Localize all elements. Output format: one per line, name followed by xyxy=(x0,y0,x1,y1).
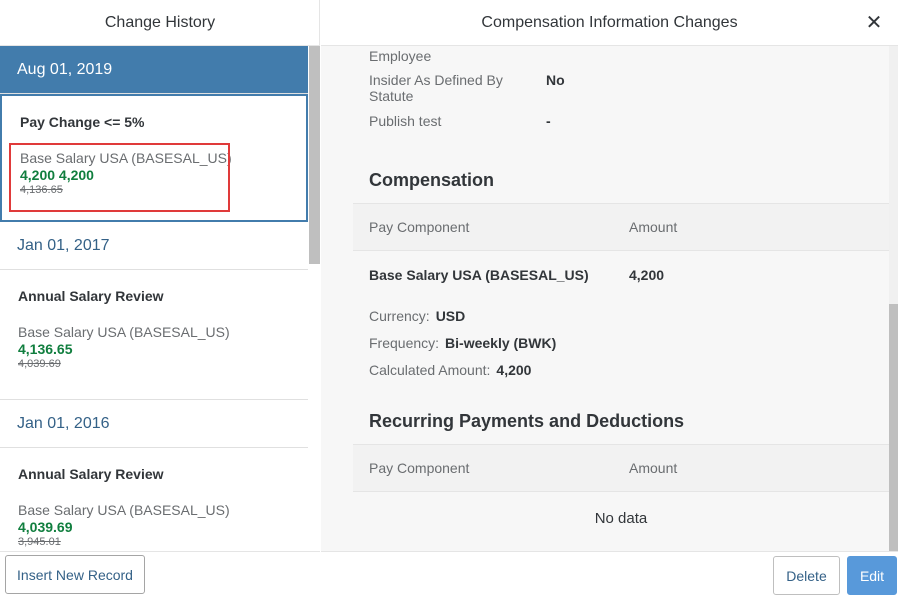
card-old-value: 3,945.01 xyxy=(18,536,61,548)
no-data-text: No data xyxy=(594,510,648,527)
edit-button[interactable]: Edit xyxy=(847,556,897,595)
compensation-changes-pane: Compensation Information Changes ✕ Emplo… xyxy=(321,0,898,595)
card-component: Base Salary USA (BASESAL_US) xyxy=(18,324,230,340)
change-history-title: Change History xyxy=(0,0,320,46)
recurring-table-header: Pay Component Amount xyxy=(353,444,889,492)
compensation-table-header: Pay Component Amount xyxy=(353,203,889,251)
history-card[interactable]: Annual Salary Review Base Salary USA (BA… xyxy=(0,448,308,551)
recurring-section-title: Recurring Payments and Deductions xyxy=(369,411,685,431)
card-component: Base Salary USA (BASESAL_US) xyxy=(18,502,230,518)
details-content: Employee Insider As Defined By Statute N… xyxy=(353,46,889,551)
currency-detail: Currency: USD xyxy=(369,308,465,324)
calc-value: 4,200 xyxy=(496,362,532,378)
field-value-insider: No xyxy=(546,72,565,88)
card-new-value: 4,039.69 xyxy=(18,519,73,535)
right-scrollbar-thumb[interactable] xyxy=(889,304,898,551)
close-icon[interactable]: ✕ xyxy=(862,10,886,34)
currency-label: Currency: xyxy=(369,308,430,324)
compensation-changes-title: Compensation Information Changes ✕ xyxy=(321,0,898,46)
col-pay-component: Pay Component xyxy=(369,460,470,476)
card-event-title: Annual Salary Review xyxy=(18,466,164,482)
card-new-value: 4,136.65 xyxy=(18,341,73,357)
field-value-publish-test: - xyxy=(546,113,551,129)
frequency-detail: Frequency: Bi-weekly (BWK) xyxy=(369,335,556,351)
field-label-publish-test: Publish test xyxy=(369,113,442,129)
comp-row-component: Base Salary USA (BASESAL_US) xyxy=(369,267,589,283)
col-amount: Amount xyxy=(629,460,678,476)
field-label-insider: Insider As Defined By Statute xyxy=(369,72,503,104)
insert-new-record-button[interactable]: Insert New Record xyxy=(5,555,145,594)
col-pay-component: Pay Component xyxy=(369,219,470,235)
date-header-selected[interactable]: Aug 01, 2019 xyxy=(0,46,308,94)
left-scrollbar-thumb[interactable] xyxy=(309,46,320,264)
history-card[interactable]: Annual Salary Review Base Salary USA (BA… xyxy=(0,270,308,400)
date-header[interactable]: Jan 01, 2016 xyxy=(0,400,308,448)
calculated-amount-detail: Calculated Amount: 4,200 xyxy=(369,362,531,378)
change-history-pane: Change History Aug 01, 2019 Pay Change <… xyxy=(0,0,320,595)
card-event-title: Annual Salary Review xyxy=(18,288,164,304)
change-history-list: Aug 01, 2019 Pay Change <= 5% Base Salar… xyxy=(0,46,308,551)
card-event-title: Pay Change <= 5% xyxy=(20,114,145,130)
highlight-annotation-box xyxy=(9,143,230,212)
col-amount: Amount xyxy=(629,219,678,235)
calc-label: Calculated Amount: xyxy=(369,362,491,378)
frequency-label: Frequency: xyxy=(369,335,440,351)
left-footer: Insert New Record xyxy=(0,551,320,595)
compensation-section-title: Compensation xyxy=(369,170,495,190)
right-footer: Delete Edit xyxy=(321,551,898,595)
details-body: Employee Insider As Defined By Statute N… xyxy=(321,46,898,551)
frequency-value: Bi-weekly (BWK) xyxy=(445,335,557,351)
currency-value: USD xyxy=(435,308,466,324)
dialog-title: Compensation Information Changes xyxy=(481,13,738,31)
card-old-value: 4,039.69 xyxy=(18,358,61,370)
comp-row-amount: 4,200 xyxy=(629,267,665,283)
date-header[interactable]: Jan 01, 2017 xyxy=(0,222,308,270)
delete-button[interactable]: Delete xyxy=(773,556,840,595)
field-label-employee: Employee xyxy=(369,48,432,64)
